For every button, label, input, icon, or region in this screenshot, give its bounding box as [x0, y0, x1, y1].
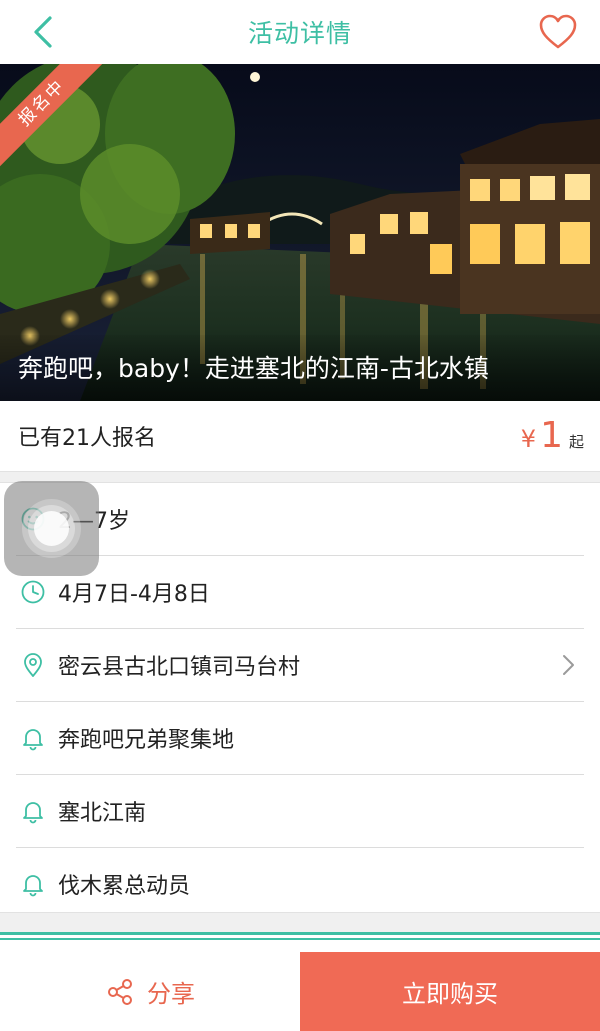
hero-banner[interactable]: 报名中 奔跑吧，baby！走进塞北的江南-古北水镇	[0, 64, 600, 401]
tag-label: 伐木累总动员	[58, 874, 191, 899]
tag-label: 塞北江南	[58, 801, 147, 826]
share-button[interactable]: 分享	[0, 952, 300, 1031]
info-row-location[interactable]: 密云县古北口镇司马台村	[16, 629, 584, 702]
event-date: 4月7日-4月8日	[58, 582, 210, 607]
info-row-date: 4月7日-4月8日	[16, 556, 584, 629]
event-location: 密云县古北口镇司马台村	[58, 655, 301, 680]
tag-label: 奔跑吧兄弟聚集地	[58, 728, 235, 753]
price-suffix: 起	[568, 433, 584, 451]
price-value: 1	[540, 415, 563, 456]
status-badge: 报名中	[0, 64, 110, 171]
bell-icon	[23, 802, 43, 824]
location-pin-icon	[24, 653, 42, 677]
page-title: 活动详情	[247, 19, 352, 48]
nav-bar: 活动详情	[0, 0, 600, 64]
bell-icon	[23, 875, 43, 897]
heart-icon[interactable]	[538, 13, 578, 51]
price-currency: ¥	[520, 425, 537, 453]
signup-count: 已有21人报名	[18, 426, 156, 451]
status-ribbon: 报名中	[0, 64, 110, 174]
info-row-age: 2—7岁	[16, 483, 584, 556]
share-label: 分享	[147, 980, 195, 1008]
event-title: 奔跑吧，baby！走进塞北的江南-古北水镇	[18, 354, 489, 383]
price: ¥ 1 起	[521, 415, 584, 456]
info-row-tag: 奔跑吧兄弟聚集地	[16, 702, 584, 775]
footer-divider	[0, 912, 600, 932]
info-row-tag: 伐木累总动员	[16, 848, 584, 920]
chevron-right-icon	[563, 655, 574, 675]
clock-icon	[21, 580, 45, 604]
buy-now-label: 立即购买	[402, 980, 498, 1008]
footer-accent-line	[0, 938, 600, 940]
info-row-tag: 塞北江南	[16, 775, 584, 848]
footer-accent-line	[0, 932, 600, 935]
assistive-touch-button[interactable]	[4, 481, 99, 576]
section-divider	[0, 471, 600, 483]
assistive-ring-inner	[34, 511, 69, 546]
bell-icon	[23, 729, 43, 751]
signup-row: 已有21人报名 ¥ 1 起	[0, 401, 600, 471]
chevron-left-icon[interactable]	[26, 12, 66, 52]
buy-now-button[interactable]: 立即购买	[300, 952, 600, 1031]
share-icon	[108, 978, 132, 1005]
